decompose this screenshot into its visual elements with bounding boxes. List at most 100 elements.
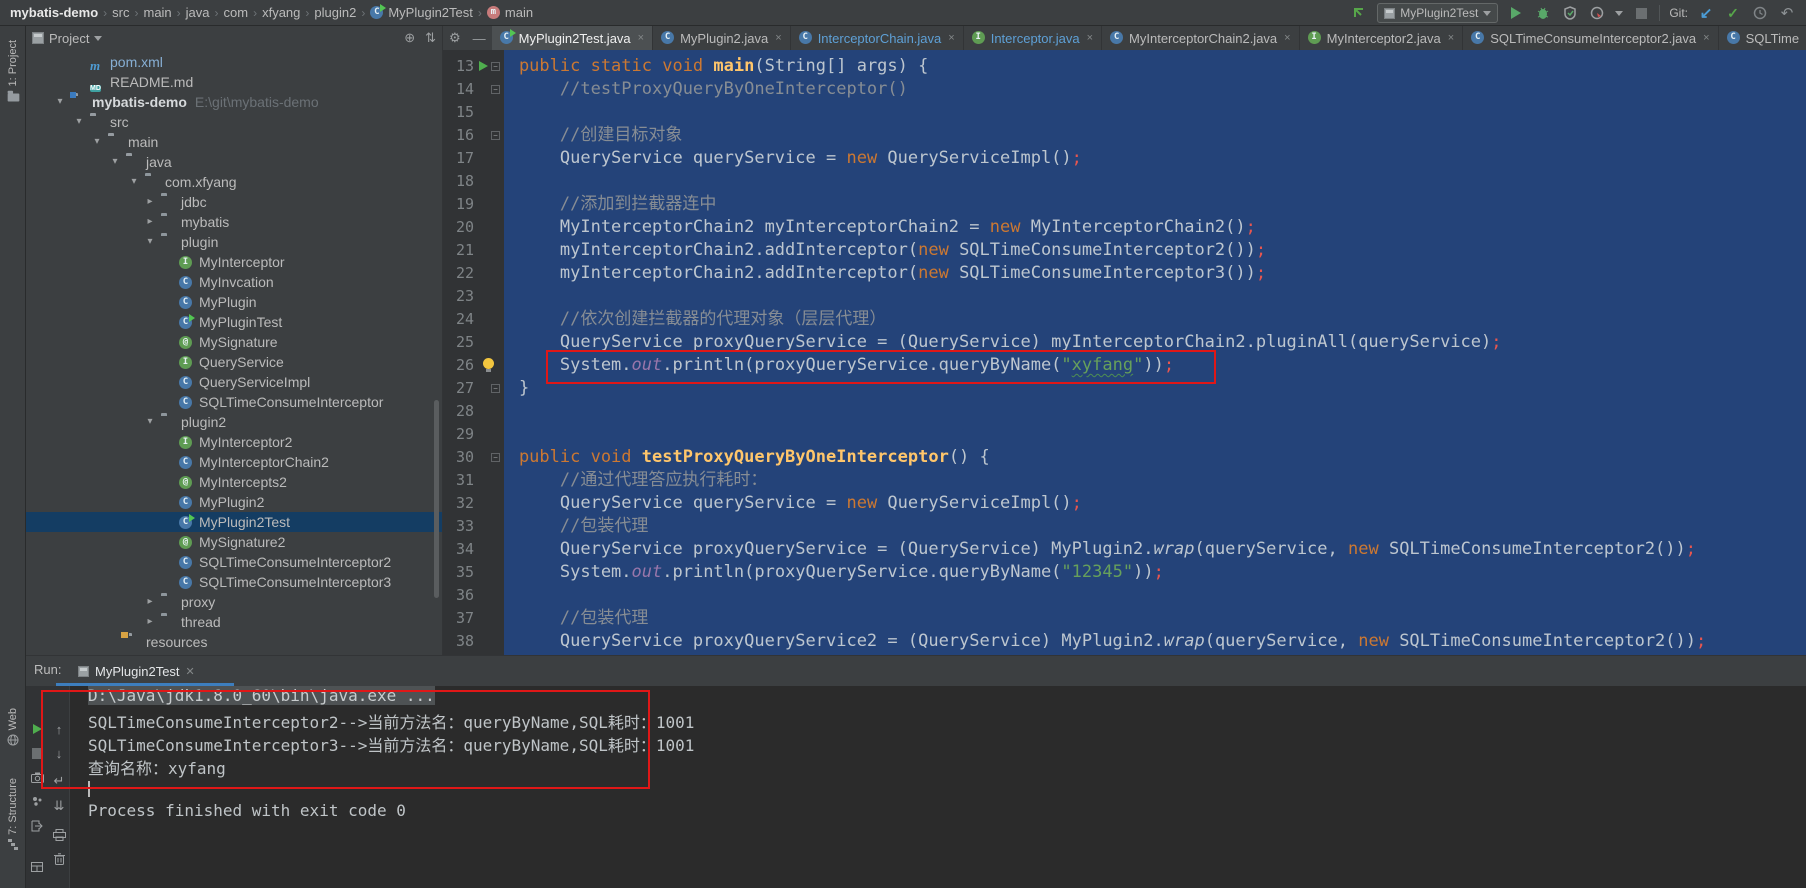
tree-item-src[interactable]: ▾ src (26, 112, 442, 132)
chevron-expanded-icon[interactable]: ▾ (54, 92, 66, 112)
tree-item-MySignature[interactable]: @ MySignature (26, 332, 442, 352)
rollback-button[interactable]: ↶ (1778, 4, 1796, 22)
tree-item-MyInterceptor[interactable]: I MyInterceptor (26, 252, 442, 272)
tree-item-SQLTimeConsumeInterceptor2[interactable]: C SQLTimeConsumeInterceptor2 (26, 552, 442, 572)
tree-item-main[interactable]: ▾ main (26, 132, 442, 152)
green-corner-arrow-icon[interactable] (1350, 4, 1368, 22)
close-icon[interactable]: × (1087, 32, 1093, 44)
code-line-20[interactable]: 20 MyInterceptorChain2 myInterceptorChai… (443, 216, 1806, 239)
breadcrumb-item-MyPlugin2Test[interactable]: C MyPlugin2Test (370, 3, 473, 20)
tree-item-MyInterceptorChain2[interactable]: C MyInterceptorChain2 (26, 452, 442, 472)
run-tab[interactable]: MyPlugin2Test ✕ (70, 659, 203, 683)
tree-item-MySignature2[interactable]: @ MySignature2 (26, 532, 442, 552)
tree-item-SQLTimeConsumeInterceptor[interactable]: C SQLTimeConsumeInterceptor (26, 392, 442, 412)
code-line-13[interactable]: 13− public static void main(String[] arg… (443, 55, 1806, 78)
code-line-27[interactable]: 27− } (443, 377, 1806, 400)
profiler-icon[interactable] (26, 792, 48, 810)
toolwindow-button-web[interactable]: Web (0, 708, 26, 746)
snapshot-icon[interactable] (26, 768, 48, 786)
code-line-36[interactable]: 36 (443, 584, 1806, 607)
code-line-30[interactable]: 30− public void testProxyQueryByOneInter… (443, 446, 1806, 469)
stop-button[interactable] (1632, 4, 1650, 22)
chevron-expanded-icon[interactable]: ▾ (144, 412, 156, 432)
toolwindow-button-structure[interactable]: 7: Structure (0, 778, 26, 851)
tree-item-SQLTimeConsumeInterceptor3[interactable]: C SQLTimeConsumeInterceptor3 (26, 572, 442, 592)
history-button[interactable] (1751, 4, 1769, 22)
collapse-all-icon[interactable]: ⇅ (425, 30, 436, 46)
tree-item-jdbc[interactable]: ▸ jdbc (26, 192, 442, 212)
chevron-collapsed-icon[interactable]: ▸ (144, 212, 156, 232)
code-line-28[interactable]: 28 (443, 400, 1806, 423)
breadcrumb-item-main[interactable]: main (143, 5, 171, 20)
close-icon[interactable]: × (1284, 32, 1290, 44)
tab-MyPlugin2Test.java[interactable]: C MyPlugin2Test.java × (491, 26, 654, 50)
tree-item-com.xfyang[interactable]: ▾ com.xfyang (26, 172, 442, 192)
breadcrumb-item-mybatis-demo[interactable]: mybatis-demo (10, 5, 98, 20)
code-editor[interactable]: 13− public static void main(String[] arg… (443, 50, 1806, 655)
tree-item-MyPlugin[interactable]: C MyPlugin (26, 292, 442, 312)
tree-item-MyInvcation[interactable]: C MyInvcation (26, 272, 442, 292)
code-line-31[interactable]: 31 //通过代理答应执行耗时： (443, 469, 1806, 492)
chevron-down-icon[interactable] (94, 35, 103, 41)
coverage-button[interactable] (1561, 4, 1579, 22)
tree-item-MyIntercepts2[interactable]: @ MyIntercepts2 (26, 472, 442, 492)
breadcrumb-item-java[interactable]: java (186, 5, 210, 20)
close-icon[interactable]: × (638, 32, 644, 44)
scroll-to-end-icon[interactable]: ⇊ (48, 797, 70, 815)
chevron-expanded-icon[interactable]: ▾ (91, 132, 103, 152)
tree-item-proxy[interactable]: ▸ proxy (26, 592, 442, 612)
chevron-expanded-icon[interactable]: ▾ (128, 172, 140, 192)
code-line-34[interactable]: 34 QueryService proxyQueryService = (Que… (443, 538, 1806, 561)
tree-item-README.md[interactable]: MD README.md (26, 72, 442, 92)
code-line-25[interactable]: 25 QueryService proxyQueryService = (Que… (443, 331, 1806, 354)
tree-item-MyPlugin2Test[interactable]: C MyPlugin2Test (26, 512, 442, 532)
breadcrumb-item-xfyang[interactable]: xfyang (262, 5, 300, 20)
tree-item-QueryService[interactable]: I QueryService (26, 352, 442, 372)
breadcrumb-item-com[interactable]: com (224, 5, 249, 20)
console-output[interactable]: D:\Java\jdk1.8.0_60\bin\java.exe ... SQLT… (70, 686, 1806, 888)
project-panel-header[interactable]: Project ⊕ ⇅ (26, 26, 442, 50)
code-line-23[interactable]: 23 (443, 285, 1806, 308)
chevron-expanded-icon[interactable]: ▾ (109, 152, 121, 172)
code-line-24[interactable]: 24 //依次创建拦截器的代理对象（层层代理） (443, 308, 1806, 331)
code-line-26[interactable]: 26 System.out.println(proxyQueryService.… (443, 354, 1806, 377)
chevron-collapsed-icon[interactable]: ▸ (144, 592, 156, 612)
close-icon[interactable]: × (1448, 32, 1454, 44)
run-configuration-select[interactable]: MyPlugin2Test (1377, 3, 1499, 23)
down-arrow-icon[interactable]: ↓ (48, 744, 70, 762)
chevron-collapsed-icon[interactable]: ▸ (144, 192, 156, 212)
code-line-18[interactable]: 18 (443, 170, 1806, 193)
close-icon[interactable]: ✕ (186, 665, 195, 678)
tree-item-java[interactable]: ▾ java (26, 152, 442, 172)
code-line-14[interactable]: 14− //testProxyQueryByOneInterceptor() (443, 78, 1806, 101)
chevron-collapsed-icon[interactable]: ▸ (144, 612, 156, 632)
tab-InterceptorChain.java[interactable]: C InterceptorChain.java × (791, 26, 964, 50)
code-line-37[interactable]: 37 //包装代理 (443, 607, 1806, 630)
clear-icon[interactable] (48, 850, 70, 868)
code-line-38[interactable]: 38 QueryService proxyQueryService2 = (Qu… (443, 630, 1806, 653)
tab-MyPlugin2.java[interactable]: C MyPlugin2.java × (653, 26, 791, 50)
locate-icon[interactable]: ⊕ (404, 30, 415, 46)
chevron-expanded-icon[interactable]: ▾ (73, 112, 85, 132)
breadcrumb-item-main[interactable]: m main (486, 5, 533, 20)
chevron-expanded-icon[interactable]: ▾ (144, 232, 156, 252)
close-icon[interactable]: × (775, 32, 781, 44)
code-line-17[interactable]: 17 QueryService queryService = new Query… (443, 147, 1806, 170)
stop-button[interactable] (26, 744, 48, 762)
print-icon[interactable] (48, 826, 70, 844)
close-icon[interactable]: × (948, 32, 954, 44)
breadcrumb-item-plugin2[interactable]: plugin2 (314, 5, 356, 20)
tree-item-mybatis-demo[interactable]: ▾ mybatis-demo E:\git\mybatis-demo (26, 92, 442, 112)
close-icon[interactable]: × (1703, 32, 1709, 44)
breadcrumb-item-src[interactable]: src (112, 5, 129, 20)
tree-item-MyPlugin2[interactable]: C MyPlugin2 (26, 492, 442, 512)
exit-icon[interactable] (26, 817, 48, 835)
code-line-19[interactable]: 19 //添加到拦截器连中 (443, 193, 1806, 216)
toolwindow-button-project[interactable]: 1: Project (0, 40, 26, 102)
code-line-35[interactable]: 35 System.out.println(proxyQueryService.… (443, 561, 1806, 584)
up-arrow-icon[interactable]: ↑ (48, 720, 70, 738)
tree-item-QueryServiceImpl[interactable]: C QueryServiceImpl (26, 372, 442, 392)
tree-item-resources[interactable]: resources (26, 632, 442, 652)
tree-item-MyPluginTest[interactable]: C MyPluginTest (26, 312, 442, 332)
hide-icon[interactable]: — (467, 26, 492, 50)
